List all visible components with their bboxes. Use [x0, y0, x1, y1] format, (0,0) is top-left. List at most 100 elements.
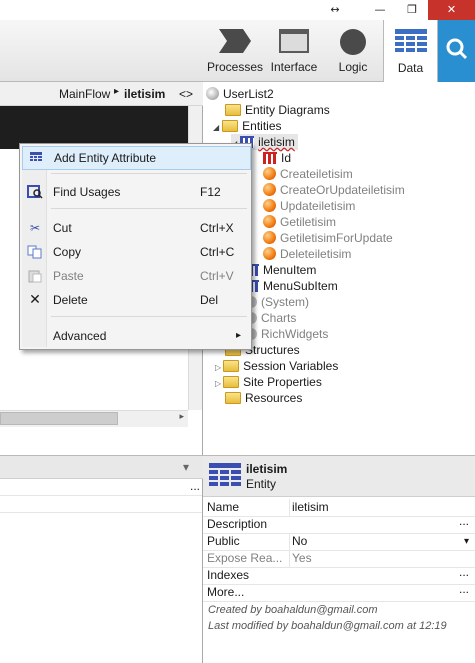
property-row-more: More... ...	[203, 581, 475, 602]
menu-item-advanced[interactable]: Advanced ▸	[22, 325, 249, 347]
submenu-arrow-icon: ▸	[236, 330, 242, 341]
property-label: Description	[207, 517, 268, 531]
folder-icon	[223, 360, 240, 372]
menu-item-find-usages[interactable]: Find Usages F12	[22, 181, 249, 203]
menu-item-label: Copy	[53, 245, 82, 259]
indexes-ellipsis-button[interactable]: ...	[459, 564, 469, 581]
tab-logic-label: Logic	[338, 60, 368, 74]
tree-item-label: Resources	[245, 391, 303, 405]
tree-item-action[interactable]: Getiletisim	[263, 214, 336, 230]
lower-left-dropdown-icon[interactable]: ▾	[183, 460, 189, 474]
tree-item-label: Session Variables	[243, 359, 339, 373]
modified-by-text: Last modified by boahaldun@gmail.com at …	[208, 620, 447, 632]
tree-item-label: Charts	[261, 311, 297, 325]
tree-item-label: CreateOrUpdateiletisim	[280, 183, 405, 197]
tree-item-attr-id[interactable]: Id	[263, 150, 291, 166]
property-label[interactable]: More...	[207, 584, 287, 601]
menu-item-shortcut: Ctrl+V	[200, 269, 234, 283]
toolbar: Processes Interface Logic Data	[0, 20, 475, 83]
tree-item-charts[interactable]: Charts	[245, 310, 296, 326]
find-usages-icon	[27, 185, 43, 199]
menu-separator	[51, 208, 247, 209]
toggle-code-button[interactable]: <>	[179, 87, 193, 101]
property-public-select[interactable]: No ▾	[289, 533, 475, 550]
properties-subtitle: Entity	[246, 477, 277, 491]
folder-open-icon	[222, 120, 239, 132]
menu-item-paste[interactable]: Paste Ctrl+V	[22, 265, 249, 287]
menu-item-copy[interactable]: Copy Ctrl+C	[22, 241, 249, 263]
interface-icon	[279, 29, 309, 53]
collapsed-arrow-icon[interactable]: ▷	[215, 379, 221, 388]
property-name-field[interactable]: iletisim	[289, 499, 475, 516]
lower-left-ellipsis-button[interactable]: ...	[190, 479, 200, 493]
chevron-down-icon[interactable]: ▾	[464, 533, 469, 550]
tree-item-label: GetiletisimForUpdate	[280, 231, 393, 245]
menu-item-label: Paste	[53, 269, 84, 283]
tree-item-label: MenuItem	[263, 263, 317, 277]
tree-item-menuitem[interactable]: MenuItem	[245, 262, 316, 278]
tab-data[interactable]: Data	[383, 20, 438, 83]
action-icon	[263, 231, 276, 244]
tree-item-system[interactable]: (System)	[245, 294, 309, 310]
tree-item-root[interactable]: UserList2	[206, 86, 274, 102]
collapsed-arrow-icon[interactable]: ▷	[215, 363, 221, 372]
expanded-arrow-icon[interactable]: ◢	[213, 123, 219, 132]
tree-item-entity-diagrams[interactable]: Entity Diagrams	[225, 102, 330, 118]
search-button[interactable]	[438, 20, 475, 82]
action-icon	[263, 215, 276, 228]
tree-item-site-properties[interactable]: ▷ Site Properties	[215, 374, 322, 390]
action-icon	[263, 167, 276, 180]
tree-item-action[interactable]: GetiletisimForUpdate	[263, 230, 393, 246]
tree-item-label: Getiletisim	[280, 215, 337, 229]
breadcrumb-flow[interactable]: MainFlow	[59, 87, 110, 101]
property-row-name: Name iletisim	[203, 499, 475, 517]
tree-item-session-variables[interactable]: ▷ Session Variables	[215, 358, 338, 374]
properties-header: iletisim Entity	[203, 455, 475, 497]
tree-item-action[interactable]: Deleteiletisim	[263, 246, 351, 262]
menu-item-delete[interactable]: ✕ Delete Del	[22, 289, 249, 311]
menu-separator	[51, 316, 247, 317]
maximize-button[interactable]: ❐	[397, 0, 427, 20]
tree-item-label: Entities	[242, 119, 282, 133]
tree-item-label: RichWidgets	[261, 327, 329, 341]
folder-icon	[225, 104, 241, 116]
tab-interface[interactable]: Interface	[265, 20, 323, 82]
menu-item-shortcut: F12	[200, 185, 221, 199]
logic-icon	[340, 29, 366, 55]
lower-left-pane: ...	[0, 479, 203, 663]
tree-item-resources[interactable]: Resources	[225, 390, 302, 406]
processes-icon	[219, 29, 251, 53]
delete-icon: ✕	[29, 292, 41, 308]
tree-item-action[interactable]: CreateOrUpdateiletisim	[263, 182, 405, 198]
tree-item-richwidgets[interactable]: RichWidgets	[245, 326, 328, 342]
data-icon	[394, 29, 427, 52]
property-label: Indexes	[207, 568, 250, 582]
add-attribute-icon	[30, 152, 42, 161]
context-menu: Add Entity Attribute Find Usages F12 ✂ C…	[19, 143, 252, 350]
tree-item-entities[interactable]: ◢ Entities	[213, 118, 282, 134]
menu-separator	[51, 173, 247, 174]
tree-item-menusubitem[interactable]: MenuSubItem	[245, 278, 338, 294]
menu-item-cut[interactable]: ✂ Cut Ctrl+X	[22, 217, 249, 239]
action-icon	[263, 199, 276, 212]
minimize-button[interactable]: —	[365, 0, 395, 20]
menu-item-shortcut: Ctrl+X	[200, 221, 234, 235]
tab-processes[interactable]: Processes	[205, 20, 265, 82]
tree-item-action[interactable]: Updateiletisim	[263, 198, 355, 214]
restore-icon[interactable]: ↔	[320, 0, 350, 20]
tree-item-label: MenuSubItem	[263, 279, 338, 293]
scroll-right-arrow-icon[interactable]: ▸	[179, 412, 184, 422]
more-ellipsis-button[interactable]: ...	[459, 581, 469, 598]
tree-item-label: Id	[281, 151, 292, 165]
horizontal-scroll-thumb[interactable]	[0, 412, 118, 425]
menu-item-label: Delete	[53, 293, 88, 307]
tree-item-action[interactable]: Createiletisim	[263, 166, 353, 182]
tab-logic[interactable]: Logic	[323, 20, 383, 82]
menu-item-add-entity-attribute[interactable]: Add Entity Attribute	[22, 146, 251, 170]
tab-processes-label: Processes	[206, 60, 264, 74]
close-button[interactable]: ✕	[428, 0, 475, 20]
created-by-text: Created by boahaldun@gmail.com	[208, 604, 378, 616]
breadcrumb-screen[interactable]: iletisim	[124, 87, 165, 101]
tree-item-label: Entity Diagrams	[245, 103, 330, 117]
description-ellipsis-button[interactable]: ...	[459, 513, 469, 530]
